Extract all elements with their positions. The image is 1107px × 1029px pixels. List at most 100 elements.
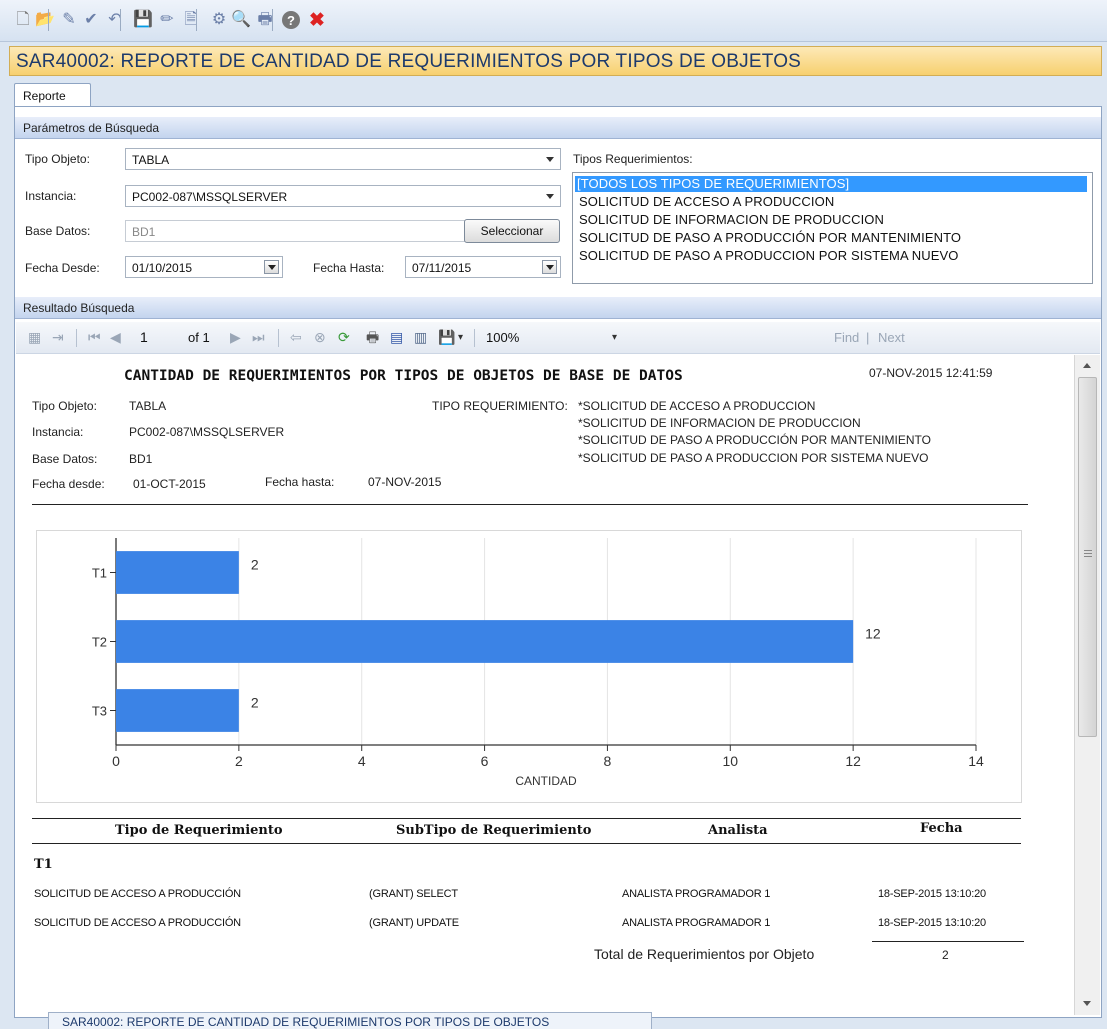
search-icon[interactable]: 🔍 [230,9,252,31]
cell-analista: ANALISTA PROGRAMADOR 1 [622,888,771,900]
x-tick-label: 0 [112,753,120,769]
tipo-objeto-value: TABLA [132,153,170,167]
x-tick-label: 8 [604,753,612,769]
tipos-req-label: Tipos Requerimientos: [573,152,693,166]
cell-fecha: 18-SEP-2015 13:10:20 [878,888,986,900]
first-page-icon[interactable]: ⏮ [88,330,101,344]
bar [116,620,854,663]
parent-report-icon[interactable]: ⇥ [52,330,64,344]
next-page-icon[interactable]: ▶ [230,330,241,344]
chevron-down-icon[interactable]: ▾ [458,333,463,343]
refresh-icon[interactable]: ⟳ [338,330,350,344]
previous-page-icon[interactable]: ◀ [110,330,121,344]
next-link[interactable]: Next [878,331,905,344]
divider [872,941,1024,942]
x-tick-label: 6 [481,753,489,769]
process-icon[interactable]: ⚙ [208,9,230,31]
find-link[interactable]: Find [834,331,859,344]
report-tipo-req-label: TIPO REQUERIMIENTO: [432,399,568,413]
last-page-icon[interactable]: ⏭ [252,330,265,344]
scroll-up-icon[interactable] [1083,363,1091,368]
cell-tipo: SOLICITUD DE ACCESO A PRODUCCIÓN [34,888,241,900]
document-map-icon[interactable]: ▦ [28,330,41,344]
col-header-subtipo: SubTipo de Requerimiento [396,823,592,838]
col-header-tipo: Tipo de Requerimiento [115,823,283,838]
fecha-hasta-picker[interactable]: 07/11/2015 [405,256,561,278]
preview-icon[interactable]: 🗎 [180,9,202,31]
report-tipo-objeto-value: TABLA [129,399,167,413]
tipos-requerimientos-list[interactable]: [TODOS LOS TIPOS DE REQUERIMIENTOS] SOLIC… [572,172,1093,284]
approve-icon[interactable]: ✔ [80,9,102,31]
seleccionar-button[interactable]: Seleccionar [464,219,560,243]
help-icon[interactable]: ? [282,11,300,29]
total-label: Total de Requerimientos por Objeto [594,946,815,962]
bar [116,689,239,732]
report-fecha-hasta-label: Fecha hasta: [265,475,335,489]
edit-icon[interactable]: ✎ [58,9,80,31]
pencil-icon[interactable]: ✏ [156,9,178,31]
print-icon[interactable]: 🖶 [366,330,379,344]
divider [32,843,1021,844]
x-tick-label: 12 [845,753,861,769]
report-tipo-objeto-label: Tipo Objeto: [32,399,97,413]
report-fecha-desde-label: Fecha desde: [32,477,105,491]
page-number-input[interactable]: 1 [140,330,148,344]
calendar-dropdown-icon[interactable] [264,260,279,274]
col-header-fecha: Fecha [920,821,963,836]
page-count-label: of 1 [188,330,210,345]
y-tick-label: T2 [92,635,107,650]
list-item[interactable]: SOLICITUD DE PASO A PRODUCCIÓN POR MANTE… [577,230,963,246]
save-icon[interactable]: 💾 [132,9,154,31]
tipo-objeto-label: Tipo Objeto: [25,152,90,166]
instancia-select[interactable]: PC002-087\MSSQLSERVER [125,185,561,207]
data-label: 2 [251,557,259,573]
zoom-select[interactable]: 100% [486,331,519,344]
tipo-objeto-select[interactable]: TABLA [125,148,561,170]
report-viewer-toolbar: ▦ ⇥ ⏮ ◀ 1 of 1 ▶ ⏭ ⇦ ⊗ ⟳ 🖶 ▤ ▥ 💾 ▾ 100% … [16,322,1100,354]
cell-subtipo: (GRANT) SELECT [369,888,458,900]
fecha-desde-picker[interactable]: 01/10/2015 [125,256,283,278]
fecha-desde-value: 01/10/2015 [132,261,193,275]
scroll-thumb[interactable] [1078,377,1097,737]
data-label: 12 [865,626,881,642]
report-scrollbar[interactable] [1074,355,1100,1015]
divider [32,818,1021,819]
chevron-down-icon [546,157,554,162]
y-tick-label: T1 [92,566,107,581]
params-header: Parámetros de Búsqueda [15,117,1101,139]
export-icon[interactable]: 💾 [438,330,455,344]
cell-tipo: SOLICITUD DE ACCESO A PRODUCCIÓN [34,917,241,929]
print-layout-icon[interactable]: ▤ [390,330,403,344]
scroll-down-icon[interactable] [1083,1001,1091,1006]
total-value: 2 [942,948,949,962]
bar [116,551,239,594]
new-icon[interactable]: 🗋 [12,9,34,31]
chevron-down-icon[interactable]: ▾ [612,333,617,343]
close-icon[interactable]: ✖ [306,9,328,31]
report-tipo-req-value: *SOLICITUD DE INFORMACION DE PRODUCCION [578,416,861,430]
calendar-dropdown-icon[interactable] [542,260,557,274]
report-fecha-hasta-value: 07-NOV-2015 [368,475,442,489]
x-axis-label: CANTIDAD [515,774,577,788]
stop-icon[interactable]: ⊗ [314,330,326,344]
list-item[interactable]: SOLICITUD DE INFORMACION DE PRODUCCION [577,212,886,228]
open-icon[interactable]: 📂 [34,9,56,31]
chevron-down-icon [546,194,554,199]
instancia-value: PC002-087\MSSQLSERVER [132,190,288,204]
base-datos-field[interactable]: BD1 [125,220,465,242]
report-tipo-req-value: *SOLICITUD DE PASO A PRODUCCIÓN POR MANT… [578,433,931,447]
list-item[interactable]: SOLICITUD DE ACCESO A PRODUCCION [577,194,836,210]
resultado-header: Resultado Búsqueda [15,297,1101,319]
report-instancia-label: Instancia: [32,425,84,439]
report-tipo-req-value: *SOLICITUD DE PASO A PRODUCCION POR SIST… [578,451,929,465]
tab-reporte[interactable]: Reporte [14,83,91,107]
list-item[interactable]: SOLICITUD DE PASO A PRODUCCION POR SISTE… [577,248,960,264]
page-setup-icon[interactable]: ▥ [414,330,427,344]
back-icon[interactable]: ⇦ [290,330,302,344]
list-item[interactable]: [TODOS LOS TIPOS DE REQUERIMIENTOS] [575,176,1087,192]
report-title: CANTIDAD DE REQUERIMIENTOS POR TIPOS DE … [124,368,683,384]
main-toolbar: 🗋 📂 ✎ ✔ ↶ 💾 ✏ 🗎 ⚙ 🔍 🖶? ✖ [0,0,1107,42]
report-timestamp: 07-NOV-2015 12:41:59 [869,366,993,380]
undo-icon[interactable]: ↶ [104,9,126,31]
window-tab[interactable]: SAR40002: REPORTE DE CANTIDAD DE REQUERI… [48,1012,652,1029]
